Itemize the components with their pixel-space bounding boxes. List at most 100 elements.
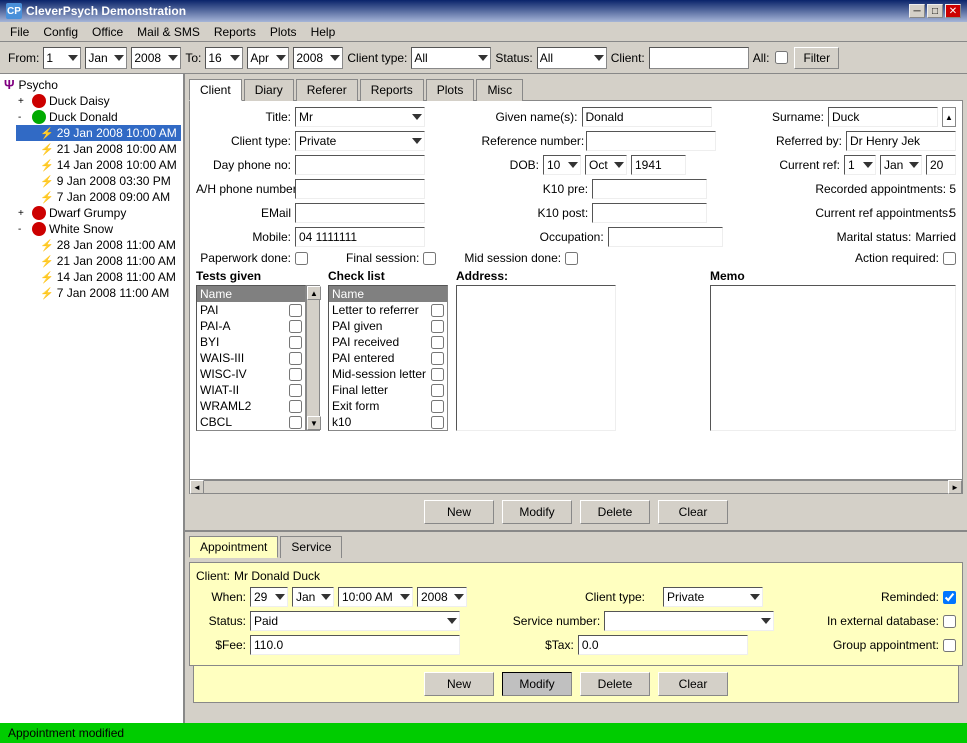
mid-session-checkbox[interactable]	[565, 252, 578, 265]
client-new-button[interactable]: New	[424, 500, 494, 524]
surname-scroll-up[interactable]: ▲	[942, 107, 956, 127]
test-checkbox[interactable]	[289, 368, 302, 381]
tab-appointment[interactable]: Appointment	[189, 536, 278, 558]
from-month-select[interactable]: Jan	[85, 47, 127, 69]
referred-by-input[interactable]	[846, 131, 956, 151]
checklist-item-pai-given[interactable]: PAI given	[329, 318, 447, 334]
dob-day-select[interactable]: 10	[543, 155, 581, 175]
maximize-button[interactable]: □	[927, 4, 943, 18]
checklist-item-mid-session[interactable]: Mid-session letter	[329, 366, 447, 382]
tree-client-duck-daisy[interactable]: + Duck Daisy	[16, 93, 181, 109]
expand-icon[interactable]: +	[18, 96, 32, 107]
all-checkbox[interactable]	[775, 51, 788, 64]
k10-pre-input[interactable]	[592, 179, 707, 199]
title-select[interactable]: MrMrsMsDr	[295, 107, 425, 127]
current-ref-num-select[interactable]: 1	[844, 155, 876, 175]
appointment-item[interactable]: ⚡ 29 Jan 2008 10:00 AM	[16, 125, 181, 141]
tab-client[interactable]: Client	[189, 79, 242, 101]
occupation-input[interactable]	[608, 227, 723, 247]
tree-client-dwarf-grumpy[interactable]: + Dwarf Grumpy	[16, 205, 181, 221]
menu-config[interactable]: Config	[37, 23, 84, 41]
test-checkbox[interactable]	[289, 416, 302, 429]
appointment-item[interactable]: ⚡ 14 Jan 2008 10:00 AM	[16, 157, 181, 173]
menu-mail-sms[interactable]: Mail & SMS	[131, 23, 206, 41]
dob-year-input[interactable]	[631, 155, 686, 175]
menu-plots[interactable]: Plots	[264, 23, 303, 41]
checklist-checkbox[interactable]	[431, 336, 444, 349]
email-input[interactable]	[295, 203, 425, 223]
scroll-right-arrow[interactable]: ►	[948, 480, 962, 494]
close-button[interactable]: ✕	[945, 4, 961, 18]
tab-service[interactable]: Service	[280, 536, 342, 558]
test-checkbox[interactable]	[289, 304, 302, 317]
given-names-input[interactable]	[582, 107, 712, 127]
from-day-select[interactable]: 1	[43, 47, 81, 69]
appt-delete-button[interactable]: Delete	[580, 672, 650, 696]
appt-fee-input[interactable]	[250, 635, 460, 655]
address-textarea[interactable]	[456, 285, 616, 431]
tab-referer[interactable]: Referer	[296, 79, 358, 101]
tree-client-duck-donald[interactable]: - Duck Donald	[16, 109, 181, 125]
checklist-checkbox[interactable]	[431, 352, 444, 365]
tab-plots[interactable]: Plots	[426, 79, 475, 101]
memo-textarea[interactable]	[710, 285, 956, 431]
checklist-checkbox[interactable]	[431, 416, 444, 429]
tab-diary[interactable]: Diary	[244, 79, 294, 101]
checklist-checkbox[interactable]	[431, 320, 444, 333]
appt-day-select[interactable]: 29	[250, 587, 288, 607]
test-item-byi[interactable]: BYI	[197, 334, 305, 350]
appt-time-select[interactable]: 10:00 AM	[338, 587, 413, 607]
menu-file[interactable]: File	[4, 23, 35, 41]
k10-post-input[interactable]	[592, 203, 707, 223]
client-type-select[interactable]: PrivateMedicare	[295, 131, 425, 151]
appt-status-select[interactable]: PaidUnpaid	[250, 611, 460, 631]
mobile-input[interactable]	[295, 227, 425, 247]
appt-service-select[interactable]	[604, 611, 774, 631]
checklist-checkbox[interactable]	[431, 368, 444, 381]
test-item-pai[interactable]: PAI	[197, 302, 305, 318]
test-item-pai-a[interactable]: PAI-A	[197, 318, 305, 334]
to-year-select[interactable]: 2008	[293, 47, 343, 69]
appt-year-select[interactable]: 2008	[417, 587, 467, 607]
appointment-item[interactable]: ⚡ 7 Jan 2008 11:00 AM	[16, 285, 181, 301]
appointment-item[interactable]: ⚡ 14 Jan 2008 11:00 AM	[16, 269, 181, 285]
appointment-item[interactable]: ⚡ 21 Jan 2008 10:00 AM	[16, 141, 181, 157]
test-item-wiat[interactable]: WIAT-II	[197, 382, 305, 398]
test-checkbox[interactable]	[289, 320, 302, 333]
menu-reports[interactable]: Reports	[208, 23, 262, 41]
client-delete-button[interactable]: Delete	[580, 500, 650, 524]
test-checkbox[interactable]	[289, 352, 302, 365]
horizontal-scrollbar[interactable]: ◄ ►	[189, 480, 963, 494]
appt-reminded-checkbox[interactable]	[943, 591, 956, 604]
current-ref-year-input[interactable]	[926, 155, 956, 175]
to-month-select[interactable]: Apr	[247, 47, 289, 69]
appt-tax-input[interactable]	[578, 635, 748, 655]
checklist-checkbox[interactable]	[431, 400, 444, 413]
day-phone-input[interactable]	[295, 155, 425, 175]
checklist-item-final-letter[interactable]: Final letter	[329, 382, 447, 398]
appt-clear-button[interactable]: Clear	[658, 672, 728, 696]
final-session-checkbox[interactable]	[423, 252, 436, 265]
checklist-checkbox[interactable]	[431, 304, 444, 317]
status-select[interactable]: All	[537, 47, 607, 69]
reference-input[interactable]	[586, 131, 716, 151]
tree-client-white-snow[interactable]: - White Snow	[16, 221, 181, 237]
client-type-select[interactable]: All	[411, 47, 491, 69]
client-clear-button[interactable]: Clear	[658, 500, 728, 524]
scroll-left-arrow[interactable]: ◄	[190, 480, 204, 494]
client-modify-button[interactable]: Modify	[502, 500, 572, 524]
expand-icon[interactable]: +	[18, 208, 32, 219]
test-item-wisc[interactable]: WISC-IV	[197, 366, 305, 382]
appointment-item[interactable]: ⚡ 7 Jan 2008 09:00 AM	[16, 189, 181, 205]
menu-help[interactable]: Help	[305, 23, 342, 41]
appointment-item[interactable]: ⚡ 28 Jan 2008 11:00 AM	[16, 237, 181, 253]
dob-month-select[interactable]: Oct	[585, 155, 627, 175]
scroll-down-arrow[interactable]: ▼	[307, 416, 321, 430]
test-checkbox[interactable]	[289, 384, 302, 397]
test-checkbox[interactable]	[289, 336, 302, 349]
appointment-item[interactable]: ⚡ 9 Jan 2008 03:30 PM	[16, 173, 181, 189]
to-day-select[interactable]: 16	[205, 47, 243, 69]
test-item-wais[interactable]: WAIS-III	[197, 350, 305, 366]
tab-misc[interactable]: Misc	[476, 79, 523, 101]
client-search-input[interactable]	[649, 47, 749, 69]
